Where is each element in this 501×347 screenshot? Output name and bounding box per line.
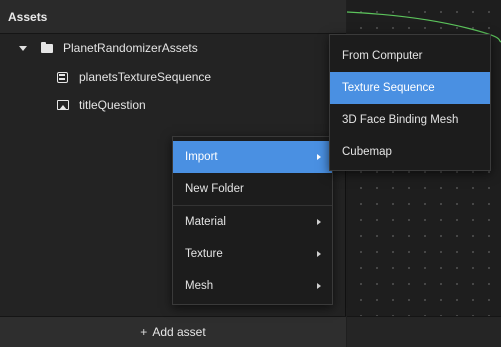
tree-item-label: PlanetRandomizerAssets (63, 41, 198, 55)
tree-item-label: titleQuestion (79, 98, 146, 112)
folder-icon (41, 41, 53, 53)
menu-item-label: New Folder (185, 183, 244, 195)
tree-item-folder[interactable]: PlanetRandomizerAssets (19, 38, 198, 58)
menu-item-mesh[interactable]: Mesh (173, 270, 332, 302)
menu-item-new-folder[interactable]: New Folder (173, 173, 332, 205)
submenu-arrow-icon (317, 283, 321, 289)
submenu-item-3d-face-binding-mesh[interactable]: 3D Face Binding Mesh (330, 104, 490, 136)
submenu-arrow-icon (317, 251, 321, 257)
tree-item-label: planetsTextureSequence (79, 70, 212, 84)
menu-item-label: Texture Sequence (342, 82, 435, 94)
add-asset-button[interactable]: + Add asset (0, 316, 346, 347)
submenu-arrow-icon (317, 154, 321, 160)
menu-item-label: Texture (185, 248, 223, 260)
image-icon (57, 100, 69, 110)
submenu-item-from-computer[interactable]: From Computer (330, 40, 490, 72)
submenu-item-texture-sequence[interactable]: Texture Sequence (330, 72, 490, 104)
import-submenu: From Computer Texture Sequence 3D Face B… (329, 34, 491, 171)
tree-item-image[interactable]: titleQuestion (57, 95, 146, 115)
submenu-item-cubemap[interactable]: Cubemap (330, 136, 490, 168)
menu-item-label: Cubemap (342, 146, 392, 158)
menu-item-label: Material (185, 216, 226, 228)
menu-item-import[interactable]: Import (173, 141, 332, 173)
menu-item-label: Mesh (185, 280, 214, 292)
texture-sequence-icon (57, 71, 68, 83)
menu-item-label: Import (185, 151, 218, 163)
editor-window: Assets PlanetRandomizerAssets planetsTex… (0, 0, 501, 347)
graph-bottom-bar (347, 316, 501, 347)
add-asset-label: Add asset (152, 325, 206, 339)
plus-icon: + (140, 325, 148, 339)
assets-panel-title: Assets (0, 0, 346, 34)
context-menu: Import New Folder Material Texture Mesh (172, 136, 333, 305)
submenu-arrow-icon (317, 219, 321, 225)
menu-item-label: 3D Face Binding Mesh (342, 114, 459, 126)
menu-item-label: From Computer (342, 50, 423, 62)
menu-item-texture[interactable]: Texture (173, 238, 332, 270)
tree-item-texture-sequence[interactable]: planetsTextureSequence (57, 67, 211, 87)
expand-arrow-icon[interactable] (19, 45, 27, 51)
menu-item-material[interactable]: Material (173, 206, 332, 238)
